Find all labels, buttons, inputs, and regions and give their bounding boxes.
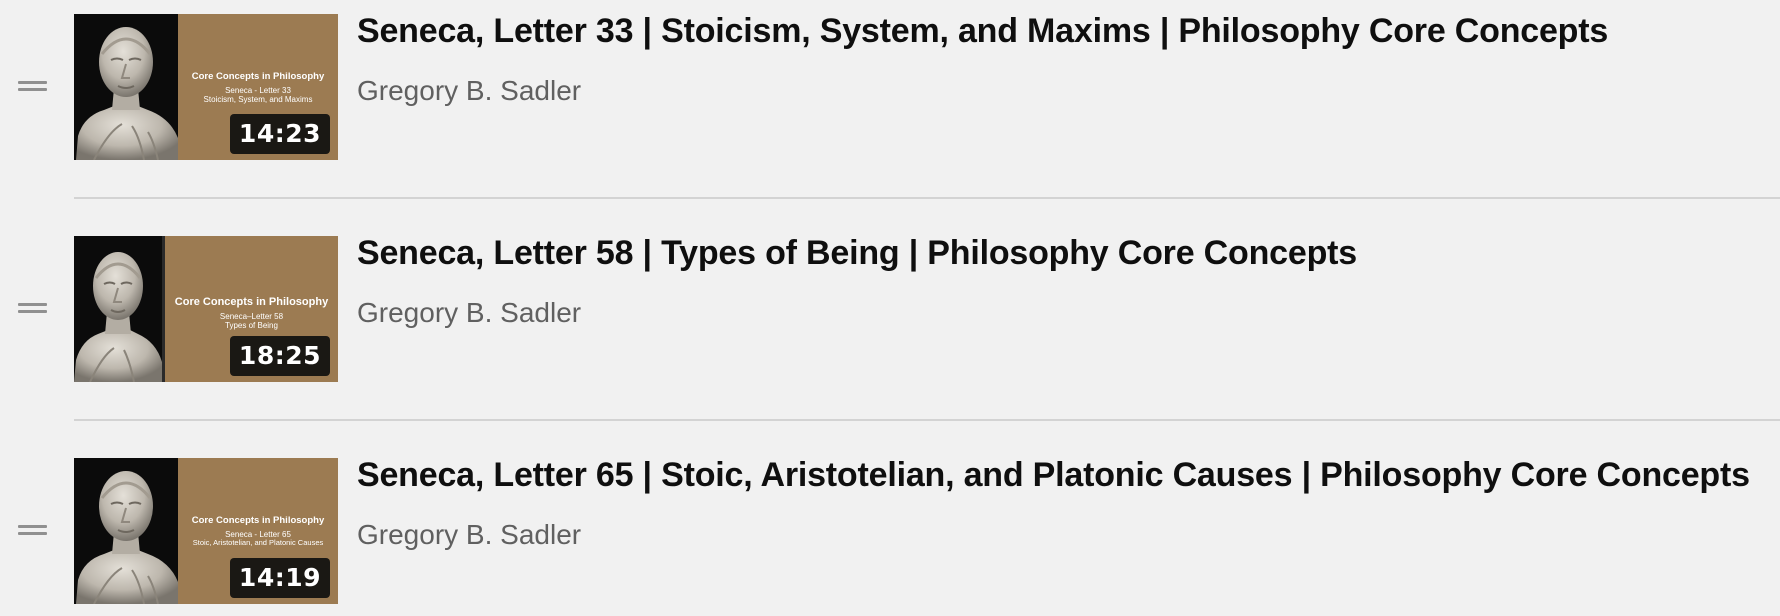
channel-name[interactable]: Gregory B. Sadler [357,297,581,329]
video-title[interactable]: Seneca, Letter 33 | Stoicism, System, an… [357,12,1608,51]
video-title[interactable]: Seneca, Letter 58 | Types of Being | Phi… [357,234,1357,273]
playlist-item[interactable]: Core Concepts in Philosophy Seneca - Let… [0,12,1780,160]
channel-name[interactable]: Gregory B. Sadler [357,75,581,107]
playlist-item[interactable]: Core Concepts in Philosophy Seneca - Let… [0,456,1780,604]
playlist-item[interactable]: Core Concepts in Philosophy Seneca–Lette… [0,234,1780,382]
channel-name[interactable]: Gregory B. Sadler [357,519,581,551]
duration-badge: 14:23 [229,114,330,154]
seneca-bust-image [76,27,178,160]
duration-badge: 18:25 [229,336,330,376]
thumbnail-text: Core Concepts in Philosophy Seneca - Let… [191,71,325,105]
seneca-bust-image [74,252,162,382]
drag-handle-icon[interactable] [18,301,47,315]
video-thumbnail[interactable]: Core Concepts in Philosophy Seneca–Lette… [74,236,338,382]
seneca-bust-image [76,471,178,604]
duration-badge: 14:19 [229,558,330,598]
video-thumbnail[interactable]: Core Concepts in Philosophy Seneca - Let… [74,14,338,160]
thumbnail-text: Core Concepts in Philosophy Seneca–Lette… [174,296,329,330]
video-thumbnail[interactable]: Core Concepts in Philosophy Seneca - Let… [74,458,338,604]
video-title[interactable]: Seneca, Letter 65 | Stoic, Aristotelian,… [357,456,1750,495]
drag-handle-icon[interactable] [18,79,47,93]
drag-handle-icon[interactable] [18,523,47,537]
playlist: Core Concepts in Philosophy Seneca - Let… [0,0,1780,616]
divider [74,419,1780,421]
thumbnail-text: Core Concepts in Philosophy Seneca - Let… [191,515,325,548]
divider [74,197,1780,199]
